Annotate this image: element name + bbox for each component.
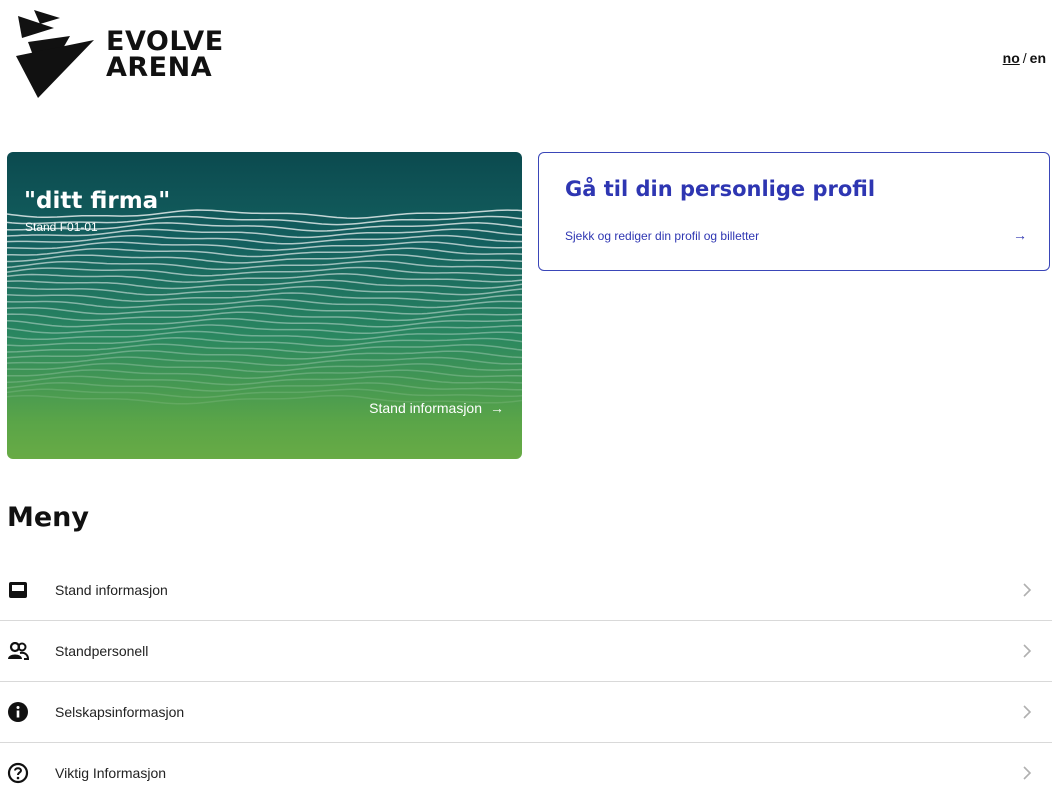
stand-icon <box>7 579 29 601</box>
chevron-right-icon <box>1023 705 1032 719</box>
chevron-right-icon <box>1023 766 1032 780</box>
arrow-right-icon: → <box>1013 227 1027 243</box>
wave-stripe <box>7 273 522 283</box>
wave-stripe <box>7 260 522 271</box>
menu-item-stand-info[interactable]: Stand informasjon <box>0 560 1052 621</box>
language-separator: / <box>1022 50 1027 66</box>
menu-list: Stand informasjon Standpersonell Selskap… <box>0 560 1052 795</box>
wave-stripe <box>7 382 522 392</box>
logo-line-2: ARENA <box>106 52 213 83</box>
people-icon <box>7 640 29 662</box>
menu-item-label: Standpersonell <box>55 643 149 659</box>
language-option-en[interactable]: en <box>1030 50 1046 66</box>
logo-text: EVOLVE ARENA <box>106 28 224 83</box>
menu-item-label: Viktig Informasjon <box>55 765 167 781</box>
wave-stripe <box>7 266 522 277</box>
evolve-arena-logo[interactable]: EVOLVE ARENA <box>14 10 224 100</box>
stand-card[interactable]: "ditt firma" Stand F01-01 Stand informas… <box>7 152 522 459</box>
stand-company-name: "ditt firma" <box>24 188 171 214</box>
stand-number: Stand F01-01 <box>25 220 98 234</box>
page: EVOLVE ARENA no / en "ditt firma" Stand F0… <box>0 0 1052 795</box>
wave-stripe <box>7 285 522 296</box>
logo-mark-icon <box>16 10 94 98</box>
wave-stripe <box>7 388 522 399</box>
wave-stripe <box>7 330 522 341</box>
menu-item-company-info[interactable]: Selskapsinformasjon <box>0 682 1052 743</box>
menu-heading: Meny <box>7 502 90 533</box>
question-icon <box>7 762 29 784</box>
wave-stripe <box>7 337 522 347</box>
menu-item-important-info[interactable]: Viktig Informasjon <box>0 743 1052 795</box>
menu-item-label: Selskapsinformasjon <box>55 704 185 720</box>
menu-item-label: Stand informasjon <box>55 582 168 598</box>
stand-info-link[interactable]: Stand informasjon → <box>369 400 504 416</box>
profile-card-subtitle: Sjekk og rediger din profil og billetter <box>565 229 760 243</box>
language-option-no[interactable]: no <box>1003 50 1020 66</box>
wave-stripe <box>7 279 522 290</box>
profile-card-title: Gå til din personlige profil <box>565 177 876 201</box>
arrow-right-icon: → <box>490 400 504 416</box>
info-icon <box>7 701 29 723</box>
personal-profile-card[interactable]: Gå til din personlige profil Sjekk og re… <box>538 152 1050 271</box>
chevron-right-icon <box>1023 583 1032 597</box>
wave-stripe <box>7 356 522 367</box>
chevron-right-icon <box>1023 644 1032 658</box>
menu-item-stand-personnel[interactable]: Standpersonell <box>0 621 1052 682</box>
stand-info-link-label: Stand informasjon <box>369 400 482 416</box>
language-switcher: no / en <box>1003 50 1046 66</box>
